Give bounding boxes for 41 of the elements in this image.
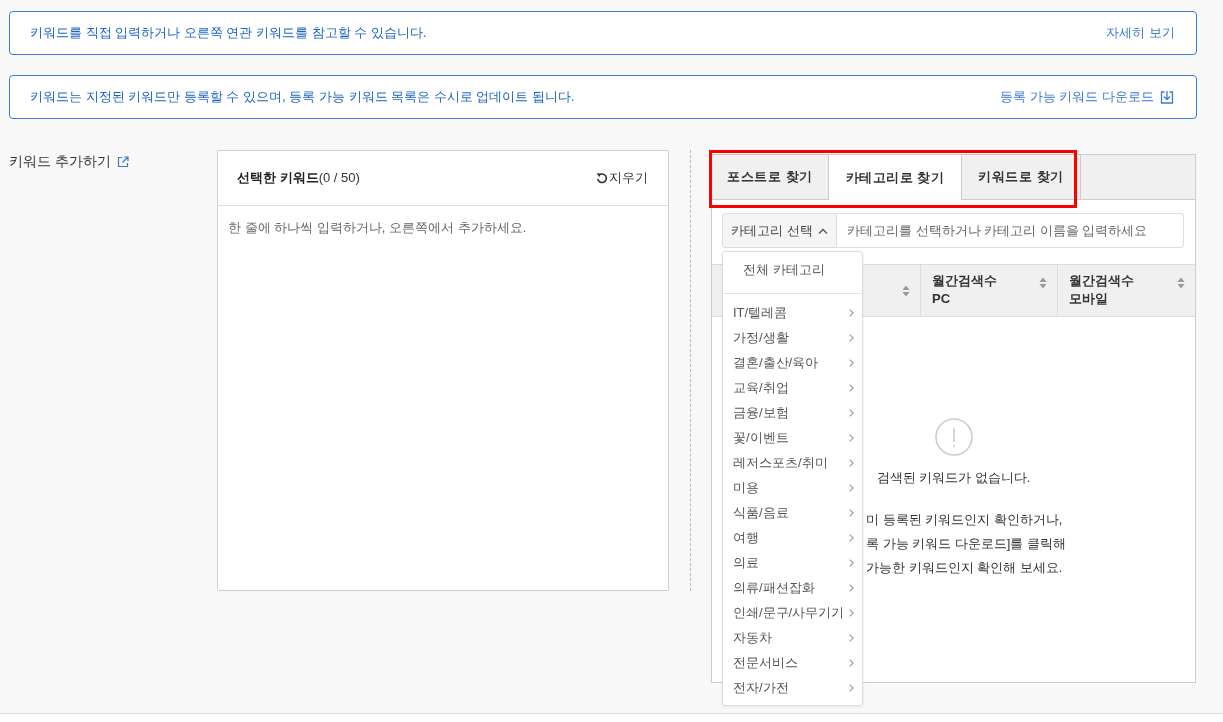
download-link[interactable]: 등록 가능 키워드 다운로드 [1000,87,1175,107]
menu-item[interactable]: 의류/패션잡화 [723,575,862,600]
tab[interactable]: 키워드로 찾기 [962,155,1081,200]
details-link[interactable]: 자세히 보기 [1106,23,1175,43]
menu-item[interactable]: 미용 [723,475,862,500]
menu-item[interactable]: 금융/보험 [723,400,862,425]
panel-title: 선택한 키워드 [237,169,319,188]
category-select[interactable]: 카테고리 선택 [722,213,837,248]
external-link-icon [116,155,129,168]
menu-item[interactable]: 꽃/이벤트 [723,425,862,450]
chevron-up-icon [818,227,828,234]
notice-text: 키워드는 지정된 키워드만 등록할 수 있으며, 등록 가능 키워드 목록은 수시로 업데이트 됩니다. [30,88,575,107]
menu-item[interactable]: 교육/취업 [723,375,862,400]
exclamation-circle-icon [934,418,973,456]
menu-item[interactable]: 가정/생활 [723,325,862,350]
menu-item[interactable]: 전체 카테고리 [723,252,862,288]
menu-item[interactable]: 식품/음료 [723,500,862,525]
column-label: 월간검색수 모바일 [1069,272,1134,308]
table-header-cell[interactable]: 월간검색수 PC [921,265,1058,316]
download-icon [1159,89,1175,105]
menu-item[interactable]: 의료 [723,550,862,575]
menu-item[interactable]: 인쇄/문구/사무기기 [723,600,862,625]
menu-item[interactable]: 자동차 [723,625,862,650]
category-search-field[interactable]: 카테고리를 선택하거나 카테고리 이름을 입력하세요 [837,213,1184,248]
menu-item[interactable]: 여행 [723,525,862,550]
empty-hint: 미 등록된 키워드인지 확인하거나, 록 가능 키워드 다운로드]를 클릭해 가능한 키워드인지 확인해 보세요. [866,511,1067,577]
keyword-count: (0 / 50) [318,169,360,188]
menu-item[interactable]: 결혼/출산/육아 [723,350,862,375]
menu-item[interactable]: 전자/가전 [723,675,862,700]
notice-text: 키워드를 직접 입력하거나 오른쪽 연관 키워드를 참고할 수 있습니다. [30,24,427,43]
column-label: 월간검색수 PC [932,272,997,308]
clear-button[interactable]: 지우기 [596,168,648,188]
table-header-cell[interactable]: 월간검색수 모바일 [1058,265,1195,316]
section-label: 키워드 추가하기 [9,152,111,171]
keyword-input-field[interactable]: 한 줄에 하나씩 입력하거나, 오른쪽에서 추가하세요. [217,206,669,591]
refresh-icon [596,172,608,184]
menu-item[interactable]: 레저스포츠/취미 [723,450,862,475]
tab[interactable]: 포스트로 찾기 [712,155,829,200]
menu-item[interactable]: IT/텔레콤 [723,300,862,325]
menu-item[interactable]: 전문서비스 [723,650,862,675]
empty-message: 검색된 키워드가 없습니다. [876,469,1031,487]
